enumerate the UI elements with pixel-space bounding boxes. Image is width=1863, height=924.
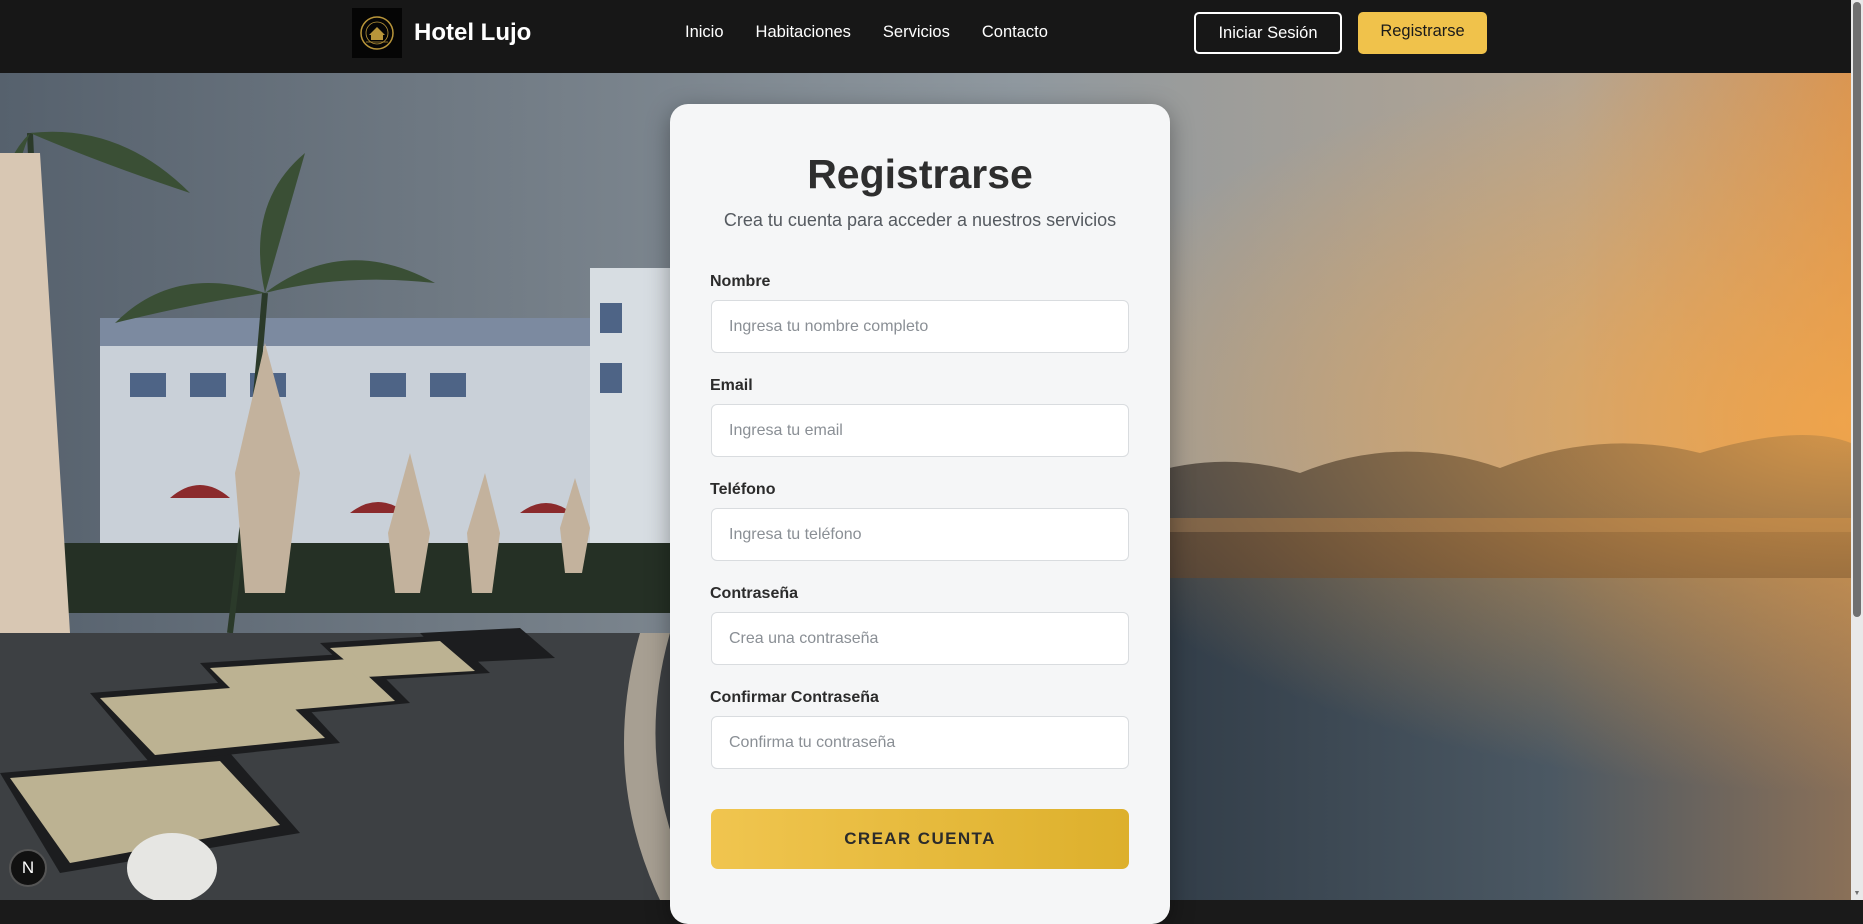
create-account-button[interactable]: CREAR CUENTA <box>711 809 1129 869</box>
login-button[interactable]: Iniciar Sesión <box>1194 12 1342 54</box>
hotel-crest-icon <box>360 16 394 50</box>
brand-name[interactable]: Hotel Lujo <box>414 18 531 48</box>
nav-link-inicio[interactable]: Inicio <box>685 22 724 42</box>
hotel-logo[interactable] <box>352 8 402 58</box>
email-input[interactable] <box>711 404 1129 457</box>
register-card: Registrarse Crea tu cuenta para acceder … <box>670 104 1170 924</box>
nav-link-contacto[interactable]: Contacto <box>982 22 1048 42</box>
register-button[interactable]: Registrarse <box>1358 12 1487 54</box>
page-scrollbar[interactable]: ▼ <box>1851 0 1863 900</box>
top-navbar: Hotel Lujo Inicio Habitaciones Servicios… <box>0 0 1851 73</box>
name-label: Nombre <box>710 273 771 290</box>
scrollbar-thumb[interactable] <box>1853 2 1861 617</box>
page-subtitle: Crea tu cuenta para acceder a nuestros s… <box>723 210 1117 230</box>
nav-link-habitaciones[interactable]: Habitaciones <box>756 22 851 42</box>
main-nav: Inicio Habitaciones Servicios Contacto <box>685 22 1048 42</box>
confirm-password-input[interactable] <box>711 716 1129 769</box>
password-input[interactable] <box>711 612 1129 665</box>
scroll-down-arrow-icon[interactable]: ▼ <box>1853 890 1861 898</box>
password-label: Contraseña <box>710 585 799 602</box>
nav-link-servicios[interactable]: Servicios <box>883 22 950 42</box>
email-label: Email <box>710 377 753 394</box>
page-title: Registrarse <box>807 151 1033 197</box>
phone-label: Teléfono <box>710 481 776 498</box>
confirm-password-label: Confirmar Contraseña <box>710 689 879 706</box>
dev-tools-badge[interactable]: N <box>9 849 47 887</box>
name-input[interactable] <box>711 300 1129 353</box>
phone-input[interactable] <box>711 508 1129 561</box>
